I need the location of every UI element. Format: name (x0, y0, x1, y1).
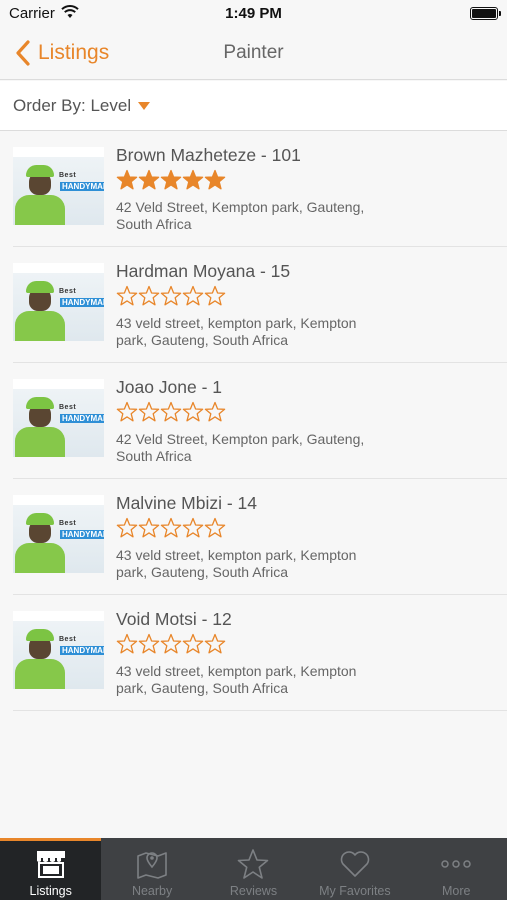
tab-bar: Listings Nearby Reviews My Favorites Mor… (0, 838, 507, 900)
star-rating (116, 285, 386, 309)
tab-nearby[interactable]: Nearby (101, 838, 202, 900)
status-bar: Carrier 1:49 PM (0, 0, 507, 28)
listing-address: 42 Veld Street, Kempton park, Gauteng, S… (116, 199, 365, 232)
photo-brand-line2: HANDYMAN (60, 182, 104, 191)
battery-icon (470, 7, 501, 20)
listing-address: 42 Veld Street, Kempton park, Gauteng, S… (116, 431, 365, 464)
star-rating (116, 401, 386, 425)
star-rating (116, 517, 386, 541)
heart-icon (340, 851, 370, 877)
star-empty-icon (204, 401, 226, 422)
star-empty-icon (116, 285, 138, 306)
photo-brand-line1: Best (59, 404, 77, 411)
photo-brand-line2: HANDYMAN (60, 646, 104, 655)
tab-reviews[interactable]: Reviews (203, 838, 304, 900)
tab-label: Reviews (229, 884, 278, 898)
star-empty-icon (204, 285, 226, 306)
listing-address: 43 veld street, kempton park, Kempton pa… (116, 663, 357, 696)
tab-listings[interactable]: Listings (0, 838, 102, 900)
photo-brand-line1: Best (59, 520, 77, 527)
listing-row[interactable]: Best HANDYMAN Hardman Moyana - 15 43 vel… (0, 247, 507, 363)
star-rating (116, 169, 386, 193)
photo-brand-line2: HANDYMAN (60, 530, 104, 539)
navigation-bar: Listings Painter (0, 28, 507, 80)
listing-name: Void Motsi - 12 (116, 609, 232, 629)
star-filled-icon (160, 169, 182, 190)
tab-my-favorites[interactable]: My Favorites (304, 838, 405, 900)
star-empty-icon (116, 633, 138, 654)
star-empty-icon (160, 633, 182, 654)
listing-photo: Best HANDYMAN (13, 263, 104, 341)
listing-address: 43 veld street, kempton park, Kempton pa… (116, 315, 357, 348)
star-empty-icon (116, 401, 138, 422)
star-empty-icon (160, 517, 182, 538)
storefront-icon (36, 851, 65, 878)
listing-name: Joao Jone - 1 (116, 377, 223, 397)
listing-row[interactable]: Best HANDYMAN Joao Jone - 1 42 Veld Stre… (0, 363, 507, 479)
photo-brand-line1: Best (59, 288, 77, 295)
listing-name: Malvine Mbizi - 14 (116, 493, 258, 513)
star-empty-icon (182, 401, 204, 422)
star-icon (238, 849, 269, 879)
tab-label: My Favorites (319, 884, 391, 898)
star-filled-icon (138, 169, 160, 190)
star-empty-icon (182, 285, 204, 306)
photo-brand-line1: Best (59, 636, 77, 643)
star-empty-icon (204, 633, 226, 654)
tab-label: Listings (29, 884, 72, 898)
photo-brand-line2: HANDYMAN (60, 298, 104, 307)
tab-label: Nearby (131, 884, 173, 898)
star-empty-icon (138, 285, 160, 306)
listing-photo: Best HANDYMAN (13, 611, 104, 689)
photo-brand-line1: Best (59, 172, 77, 179)
star-empty-icon (182, 517, 204, 538)
map-pin-icon (137, 852, 167, 879)
listings-list: Best HANDYMAN Brown Mazheteze - 101 42 V… (0, 131, 507, 711)
listing-photo: Best HANDYMAN (13, 379, 104, 457)
tab-label: More (442, 884, 471, 898)
more-dots-icon (441, 860, 471, 868)
star-empty-icon (160, 401, 182, 422)
listing-photo: Best HANDYMAN (13, 147, 104, 225)
star-empty-icon (138, 401, 160, 422)
star-filled-icon (116, 169, 138, 190)
tab-more[interactable]: More (406, 838, 507, 900)
listing-row[interactable]: Best HANDYMAN Void Motsi - 12 43 veld st… (0, 595, 507, 711)
listing-row[interactable]: Best HANDYMAN Malvine Mbizi - 14 43 veld… (0, 479, 507, 595)
listing-photo: Best HANDYMAN (13, 495, 104, 573)
star-empty-icon (138, 633, 160, 654)
clock: 1:49 PM (225, 5, 282, 22)
star-empty-icon (116, 517, 138, 538)
order-by-dropdown[interactable]: Order By: Level (13, 96, 151, 116)
listing-row[interactable]: Best HANDYMAN Brown Mazheteze - 101 42 V… (0, 131, 507, 247)
photo-brand-line2: HANDYMAN (60, 414, 104, 423)
caret-down-icon (138, 102, 151, 110)
back-button[interactable]: Listings (12, 38, 109, 68)
order-by-label: Order By: Level (13, 96, 132, 115)
star-empty-icon (160, 285, 182, 306)
star-filled-icon (182, 169, 204, 190)
star-filled-icon (204, 169, 226, 190)
listing-name: Brown Mazheteze - 101 (116, 145, 301, 165)
back-button-label: Listings (38, 41, 110, 64)
listing-address: 43 veld street, kempton park, Kempton pa… (116, 547, 357, 580)
order-by-bar: Order By: Level (0, 81, 507, 131)
star-empty-icon (138, 517, 160, 538)
star-empty-icon (182, 633, 204, 654)
listing-name: Hardman Moyana - 15 (116, 261, 291, 281)
star-rating (116, 633, 386, 657)
star-empty-icon (204, 517, 226, 538)
chevron-left-icon (16, 40, 30, 66)
